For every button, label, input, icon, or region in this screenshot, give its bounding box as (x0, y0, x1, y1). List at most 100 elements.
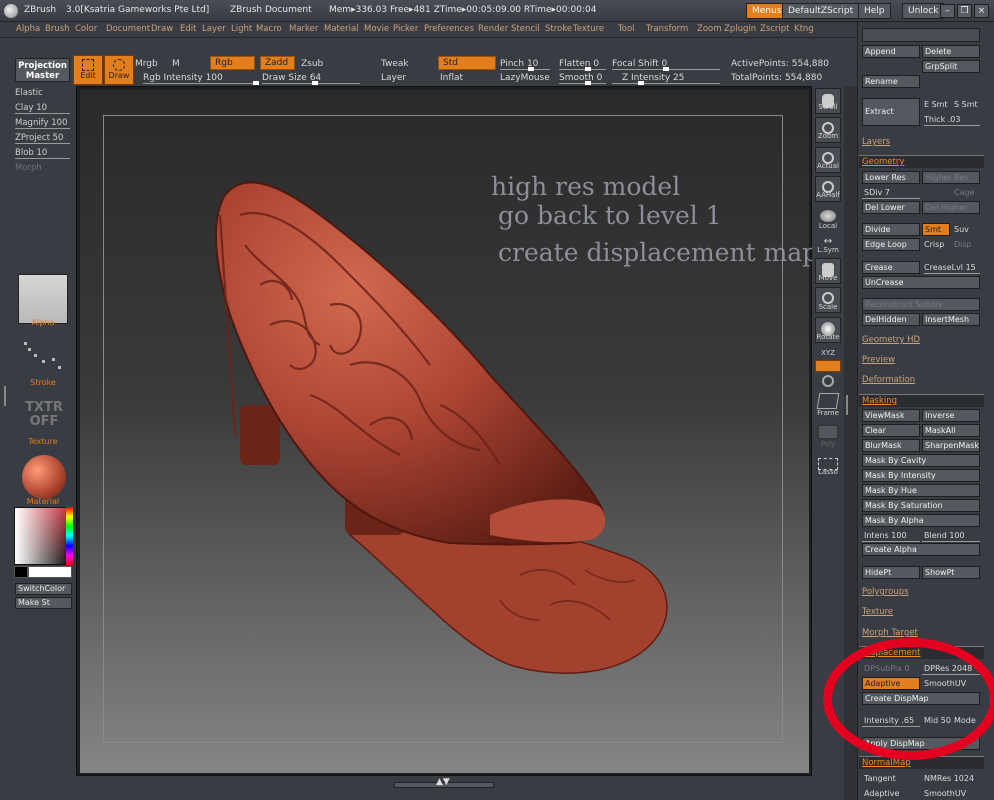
pinch-knob[interactable] (528, 67, 534, 71)
mrgb-toggle[interactable]: Mrgb (135, 59, 158, 69)
mask-by-alpha-button[interactable]: Mask By Alpha (862, 514, 980, 527)
delhidden-button[interactable]: DelHidden (862, 313, 920, 326)
tool-icons-row[interactable] (862, 28, 980, 42)
thick-slider[interactable]: Thick .03 (924, 115, 960, 124)
default-zscript-button[interactable]: DefaultZScript (782, 3, 860, 19)
std-brush-button[interactable]: Std (438, 56, 496, 70)
local-icon[interactable] (820, 210, 836, 222)
texture-label[interactable]: Texture (13, 437, 73, 446)
intens-slider[interactable]: Intens 100 (864, 531, 907, 540)
flatten-knob[interactable] (585, 67, 591, 71)
color-picker[interactable] (14, 507, 73, 565)
material-label[interactable]: Material (13, 497, 73, 506)
mask-by-saturation-button[interactable]: Mask By Saturation (862, 499, 980, 512)
stroke-label[interactable]: Stroke (13, 378, 73, 387)
viewmask-button[interactable]: ViewMask (862, 409, 920, 422)
nmres-slider[interactable]: NMRes 1024 (924, 774, 974, 783)
disp-toggle[interactable]: Disp (954, 240, 972, 249)
sdiv-track[interactable] (862, 198, 920, 199)
focal-shift-knob[interactable] (663, 67, 669, 71)
divide-button[interactable]: Divide (862, 223, 920, 236)
geometry-header[interactable]: Geometry (862, 157, 904, 167)
inflat-button[interactable]: Inflat (440, 73, 463, 83)
hue-strip[interactable] (66, 507, 73, 565)
focal-shift-slider[interactable]: Focal Shift 0 (612, 59, 667, 69)
brush-zproject[interactable]: ZProject 50 (15, 133, 63, 143)
preview-header[interactable]: Preview (862, 355, 895, 365)
menu-marker[interactable]: Marker (289, 24, 318, 34)
alpha-thumbnail[interactable] (18, 274, 68, 324)
menu-preferences[interactable]: Preferences (424, 24, 474, 34)
help-button[interactable]: Help (858, 3, 891, 19)
insertmesh-button[interactable]: InsertMesh (922, 313, 980, 326)
hidept-button[interactable]: HidePt (862, 566, 920, 579)
draw-size-track[interactable] (262, 83, 360, 84)
right-collapse-handle[interactable] (846, 395, 854, 415)
extract-button[interactable]: Extract (862, 98, 920, 126)
projection-master-button[interactable]: Projection Master (15, 58, 70, 82)
crease-button[interactable]: Crease (862, 261, 920, 274)
menu-document[interactable]: Document (106, 24, 150, 34)
smooth-knob[interactable] (585, 81, 591, 85)
draw-size-knob[interactable] (312, 81, 318, 85)
del-lower-button[interactable]: Del Lower (862, 201, 920, 214)
stroke-dots-icon[interactable] (22, 340, 62, 372)
blurmask-button[interactable]: BlurMask (862, 439, 920, 452)
z-intensity-track[interactable] (612, 83, 720, 84)
bottom-arrows-icon[interactable]: ▲▼ (436, 777, 450, 787)
edge-loop-button[interactable]: Edge Loop (862, 238, 920, 251)
higher-res-button[interactable]: Higher Res (922, 171, 980, 184)
sdiv-slider[interactable]: SDiv 7 (864, 188, 890, 197)
suv-toggle[interactable]: Suv (954, 225, 969, 234)
frame-icon[interactable] (816, 393, 840, 409)
z-intensity-slider[interactable]: Z Intensity 25 (622, 73, 685, 83)
clear-mask-button[interactable]: Clear (862, 424, 920, 437)
menu-zplugin[interactable]: Zplugin (724, 24, 756, 34)
menu-zoom[interactable]: Zoom (697, 24, 722, 34)
brush-morph[interactable]: Morph (15, 163, 42, 173)
creaselvl-slider[interactable]: CreaseLvl 15 (924, 263, 976, 272)
lazymouse-button[interactable]: LazyMouse (500, 73, 550, 83)
menu-edit[interactable]: Edit (180, 24, 196, 34)
menu-color[interactable]: Color (75, 24, 97, 34)
menu-stroke[interactable]: Stroke (545, 24, 572, 34)
creaselvl-track[interactable] (924, 273, 980, 274)
rgb-intensity-slider[interactable]: Rgb Intensity 100 (143, 73, 223, 83)
adaptive-normal-toggle[interactable]: Adaptive (864, 789, 899, 798)
poly-icon[interactable] (818, 425, 838, 439)
delete-button[interactable]: Delete (922, 45, 980, 58)
mask-by-hue-button[interactable]: Mask By Hue (862, 484, 980, 497)
primary-color-swatch[interactable] (28, 566, 72, 578)
m-toggle[interactable]: M (172, 59, 180, 69)
blob-track[interactable] (15, 158, 70, 159)
menu-alpha[interactable]: Alpha (16, 24, 40, 34)
draw-button[interactable]: Draw (104, 55, 134, 85)
xyz-label[interactable]: XYZ (812, 349, 844, 357)
menu-movie[interactable]: Movie (364, 24, 389, 34)
rename-button[interactable]: Rename (862, 75, 920, 88)
menu-picker[interactable]: Picker (393, 24, 418, 34)
edit-button[interactable]: Edit (73, 55, 103, 85)
brush-blob[interactable]: Blob 10 (15, 148, 47, 158)
mask-by-intensity-button[interactable]: Mask By Intensity (862, 469, 980, 482)
rgb-intensity-track[interactable] (143, 83, 256, 84)
pinch-track[interactable] (500, 69, 550, 70)
zproject-track[interactable] (15, 143, 70, 144)
menu-material[interactable]: Material (324, 24, 359, 34)
restore-icon[interactable]: ❐ (957, 4, 972, 18)
grpsplit-button[interactable]: GrpSplit (922, 60, 980, 73)
rgb-toggle[interactable]: Rgb (210, 56, 255, 70)
xyz-toggle[interactable] (815, 360, 841, 372)
crisp-toggle[interactable]: Crisp (924, 240, 944, 249)
smt-toggle[interactable]: Smt (922, 223, 950, 236)
polygroups-header[interactable]: Polygroups (862, 587, 909, 597)
layers-header[interactable]: Layers (862, 137, 890, 147)
switchcolor-button[interactable]: SwitchColor (15, 583, 72, 595)
menu-macro[interactable]: Macro (256, 24, 282, 34)
smooth-track[interactable] (559, 83, 606, 84)
menu-layer[interactable]: Layer (202, 24, 226, 34)
deformation-header[interactable]: Deformation (862, 375, 915, 385)
clay-track[interactable] (15, 113, 70, 114)
morph-target-header[interactable]: Morph Target (862, 628, 918, 638)
tangent-toggle[interactable]: Tangent (864, 774, 896, 783)
